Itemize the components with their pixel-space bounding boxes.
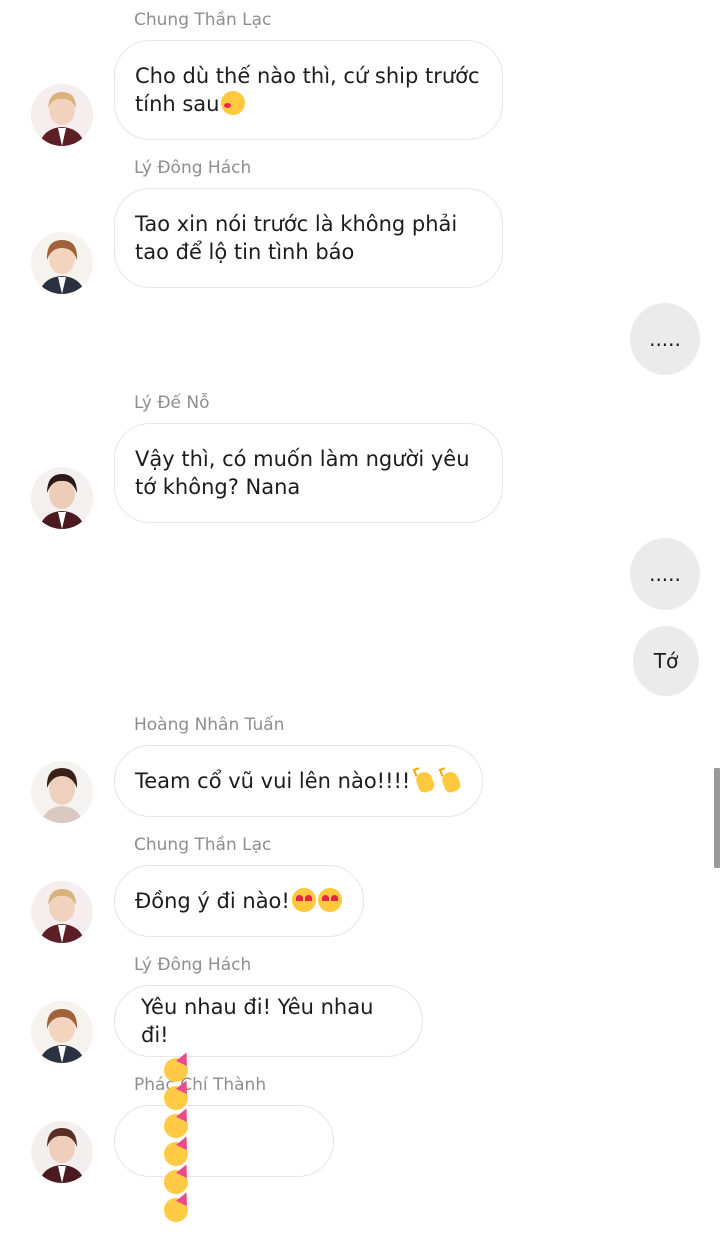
- sender-name: Hoàng Nhân Tuấn: [134, 715, 285, 735]
- partying-face-icon: [163, 1170, 188, 1194]
- message-text: Team cổ vũ vui lên nào!!!!: [135, 769, 411, 793]
- message-bubble[interactable]: Team cổ vũ vui lên nào!!!!: [114, 745, 483, 817]
- message-bubble[interactable]: Đồng ý đi nào!: [114, 865, 364, 937]
- self-message-bubble[interactable]: .....: [630, 538, 700, 610]
- avatar[interactable]: [31, 84, 93, 146]
- message-text: .....: [649, 327, 681, 351]
- message-text: .....: [649, 562, 681, 586]
- message-text: Tớ: [653, 649, 679, 673]
- clapping-hands-icon: [414, 768, 436, 792]
- clapping-hands-icon: [440, 768, 462, 792]
- partying-face-icon: [163, 1114, 188, 1138]
- message-bubble[interactable]: Tao xin nói trước là không phải tao để l…: [114, 188, 503, 288]
- message-text: Đồng ý đi nào!: [135, 889, 290, 913]
- self-message-bubble[interactable]: .....: [630, 303, 700, 375]
- sender-name: Chung Thần Lạc: [134, 10, 272, 30]
- avatar[interactable]: [31, 1121, 93, 1183]
- message-emojis: [135, 1029, 188, 1253]
- scrollbar[interactable]: [714, 768, 720, 868]
- avatar[interactable]: [31, 881, 93, 943]
- sender-name: Lý Đông Hách: [134, 955, 252, 975]
- message-bubble[interactable]: [114, 1058, 334, 1222]
- sender-name: Lý Đông Hách: [134, 158, 252, 178]
- partying-face-icon: [163, 1142, 188, 1166]
- avatar[interactable]: [31, 1001, 93, 1063]
- self-message-bubble[interactable]: Tớ: [633, 626, 699, 696]
- message-text: Cho dù thế nào thì, cứ ship trước tính s…: [135, 64, 487, 116]
- partying-face-icon: [163, 1058, 188, 1082]
- sender-name: Chung Thần Lạc: [134, 835, 272, 855]
- heart-eyes-icon: [291, 888, 316, 912]
- sender-name: Lý Đế Nỗ: [134, 393, 210, 413]
- partying-face-icon: [163, 1086, 188, 1110]
- avatar[interactable]: [31, 232, 93, 294]
- avatar[interactable]: [31, 467, 93, 529]
- heart-eyes-icon: [317, 888, 342, 912]
- avatar[interactable]: [31, 761, 93, 823]
- message-bubble[interactable]: Cho dù thế nào thì, cứ ship trước tính s…: [114, 40, 503, 140]
- partying-face-icon: [163, 1198, 188, 1222]
- message-text: Tao xin nói trước là không phải tao để l…: [135, 212, 464, 264]
- smiling-face-with-hearts-icon: [221, 91, 246, 115]
- message-text: Vậy thì, có muốn làm người yêu tớ không?…: [135, 447, 477, 499]
- message-bubble[interactable]: Vậy thì, có muốn làm người yêu tớ không?…: [114, 423, 503, 523]
